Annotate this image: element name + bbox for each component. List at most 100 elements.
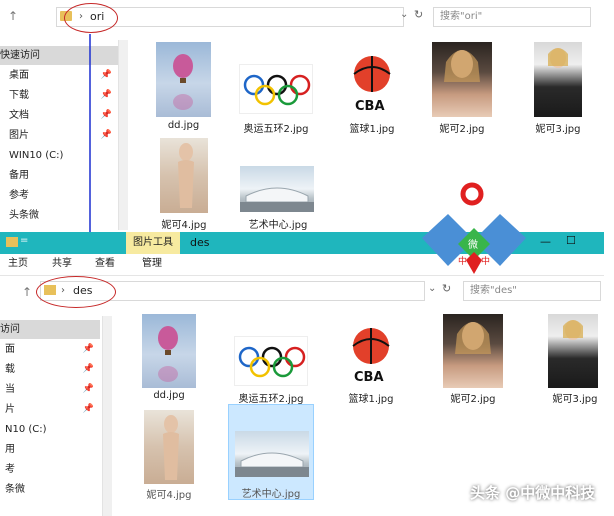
nav-label: 图片 — [9, 130, 29, 141]
logo-right-text: 中 — [481, 255, 490, 267]
nav-label: 考 — [5, 464, 15, 475]
file-name: 奥运五环2.jpg — [238, 394, 304, 405]
nav-documents[interactable]: 当 📌 — [0, 380, 100, 399]
portrait-image — [178, 143, 194, 208]
watermark-text: 头条 @中微中科技 — [470, 484, 596, 502]
nav-quick-access[interactable]: 访问 — [0, 320, 100, 339]
nav-label: 参考 — [9, 190, 29, 201]
file-name: 艺术中心.jpg — [248, 220, 308, 231]
nav-label: 快速访问 — [0, 50, 40, 61]
pin-icon: 📌 — [100, 130, 112, 140]
nav-reference[interactable]: 考 — [0, 460, 100, 479]
thumb-art-center-selected[interactable]: 艺术中心.jpg — [228, 404, 314, 500]
nav-drive-c[interactable]: WIN10 (C:) — [0, 146, 118, 165]
nav-label: 条微 — [5, 484, 25, 495]
thumb-olympic-rings[interactable] — [239, 64, 313, 114]
nav-label: 载 — [5, 364, 15, 375]
pin-icon: 📌 — [100, 70, 112, 80]
pin-icon: 📌 — [100, 110, 112, 120]
portrait-image — [444, 50, 480, 82]
up-arrow-icon[interactable]: ↑ — [8, 9, 18, 23]
thumb-nicole-4[interactable] — [144, 410, 194, 484]
building-image — [235, 452, 309, 477]
brand-logo-icon: 微 中 中 — [422, 182, 526, 274]
file-name: 篮球1.jpg — [348, 394, 394, 405]
nav-scrollbar[interactable] — [118, 40, 128, 230]
nav-label: 桌面 — [9, 70, 29, 81]
file-name: 妮可4.jpg — [146, 490, 192, 501]
file-name: dd.jpg — [153, 390, 185, 401]
nav-pictures[interactable]: 片 📌 — [0, 400, 100, 419]
nav-label: N10 (C:) — [5, 424, 47, 435]
cba-logo-image: CBA — [352, 328, 390, 385]
nav-label: 片 — [5, 404, 15, 415]
nav-downloads[interactable]: 载 📌 — [0, 360, 100, 379]
nav-drive-c[interactable]: N10 (C:) — [0, 420, 100, 439]
thumb-olympic-rings[interactable] — [234, 336, 308, 386]
logo-center-text: 微 — [468, 238, 478, 251]
up-arrow-icon[interactable]: ↑ — [22, 285, 32, 299]
minimize-icon[interactable]: — — [540, 235, 551, 248]
thumb-cba-logo[interactable]: CBA — [334, 324, 408, 386]
file-name: 妮可2.jpg — [450, 394, 496, 405]
thumb-art-center[interactable] — [240, 166, 314, 212]
thumb-nicole-4[interactable] — [160, 138, 208, 213]
nav-desktop[interactable]: 桌面 📌 — [0, 66, 118, 85]
nav-pictures[interactable]: 图片 📌 — [0, 126, 118, 145]
cba-text: CBA — [354, 370, 384, 385]
nav-desktop[interactable]: 面 📌 — [0, 340, 100, 359]
file-name: 妮可3.jpg — [535, 124, 581, 135]
top-search-input[interactable]: 搜索"ori" — [433, 7, 591, 27]
nav-toutiao[interactable]: 头条微 — [0, 206, 118, 225]
nav-downloads[interactable]: 下载 📌 — [0, 86, 118, 105]
tab-manage[interactable]: 管理 — [142, 254, 162, 274]
nav-backup[interactable]: 用 — [0, 440, 100, 459]
nav-documents[interactable]: 文档 📌 — [0, 106, 118, 125]
nav-label: WIN10 (C:) — [9, 150, 64, 161]
file-name: dd.jpg — [167, 120, 200, 131]
thumb-nicole-2[interactable] — [443, 314, 503, 388]
nav-backup[interactable]: 备用 — [0, 166, 118, 185]
folder-icon — [6, 237, 18, 247]
quick-access-toolbar-icon[interactable]: = — [20, 235, 28, 246]
thumb-nicole-2[interactable] — [432, 42, 492, 117]
maximize-icon[interactable]: ☐ — [566, 234, 576, 247]
bottom-search-input[interactable]: 搜索"des" — [463, 281, 601, 301]
pin-icon: 📌 — [82, 404, 94, 414]
nav-label: 下载 — [9, 90, 29, 101]
context-tab-picture-tools[interactable]: 图片工具 — [126, 232, 180, 254]
top-nav-pane: 快速访问 桌面 📌 下载 📌 文档 📌 图片 📌 WIN10 (C:) 备用 参考 头条… — [0, 40, 130, 230]
nav-label: 文档 — [9, 110, 29, 121]
olympic-rings-image — [238, 346, 306, 378]
thumb-balloon[interactable] — [156, 42, 211, 117]
thumb-cba-logo[interactable]: CBA — [337, 52, 407, 116]
olympic-rings-image — [243, 74, 311, 106]
nav-label: 备用 — [9, 170, 29, 181]
portrait-image — [455, 322, 491, 354]
thumb-nicole-3[interactable] — [534, 42, 582, 117]
refresh-icon[interactable]: ↻ — [414, 8, 423, 21]
address-dropdown-icon[interactable]: ⌄ — [428, 283, 436, 294]
balloon-image — [173, 54, 193, 110]
building-image-frame — [235, 431, 309, 477]
nav-reference[interactable]: 参考 — [0, 186, 118, 205]
portrait-image — [548, 48, 568, 68]
nav-scrollbar[interactable] — [102, 316, 112, 516]
tab-share[interactable]: 共享 — [52, 254, 72, 274]
file-name: 妮可4.jpg — [161, 220, 207, 231]
nav-label: 当 — [5, 384, 15, 395]
portrait-image — [163, 415, 179, 480]
address-dropdown-icon[interactable]: ⌄ — [400, 9, 408, 20]
thumb-nicole-3[interactable] — [548, 314, 598, 388]
nav-toutiao[interactable]: 条微 — [0, 480, 100, 499]
file-name: 妮可2.jpg — [439, 124, 485, 135]
pin-icon: 📌 — [82, 344, 94, 354]
nav-quick-access[interactable]: 快速访问 — [0, 46, 118, 65]
refresh-icon[interactable]: ↻ — [442, 282, 451, 295]
file-name: 篮球1.jpg — [349, 124, 395, 135]
tab-view[interactable]: 查看 — [95, 254, 115, 274]
cba-text: CBA — [355, 99, 385, 114]
tab-home[interactable]: 主页 — [8, 254, 28, 274]
nav-label: 用 — [5, 444, 15, 455]
thumb-balloon[interactable] — [142, 314, 196, 388]
